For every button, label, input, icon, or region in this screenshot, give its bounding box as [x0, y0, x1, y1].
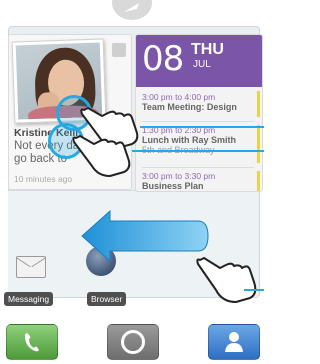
event-time: 3:00 pm to 4:00 pm [142, 92, 216, 102]
hand-pointer-icon [72, 135, 131, 177]
event-time: 3:00 pm to 3:30 pm [142, 171, 216, 181]
calendar-header: 08 THU JUL [136, 35, 262, 87]
callout-line [140, 126, 264, 128]
calendar-event[interactable]: 3:00 pm to 4:00 pm Team Meeting: Design [142, 92, 252, 112]
calendar-widget[interactable]: 08 THU JUL 3:00 pm to 4:00 pm Team Meeti… [135, 34, 263, 192]
home-ring-icon [121, 330, 145, 354]
event-bar [257, 125, 260, 163]
event-title: Team Meeting: Design [142, 102, 237, 112]
callout-line [132, 150, 264, 152]
contacts-button[interactable] [208, 324, 260, 360]
signal-icon [124, 3, 139, 12]
divider [142, 167, 254, 168]
status-bubble [112, 0, 152, 20]
contact-icon [112, 43, 126, 57]
event-bar [257, 91, 260, 117]
calendar-month: JUL [193, 59, 211, 70]
phone-icon [25, 333, 39, 352]
hand-swipe-icon [196, 257, 257, 303]
status-time: 10 minutes ago [14, 174, 73, 184]
person-icon [225, 332, 243, 352]
callout-line [244, 289, 264, 291]
app-label-messaging[interactable]: Messaging [4, 292, 54, 306]
event-title: Business Plan [142, 181, 204, 191]
envelope-icon[interactable] [16, 256, 46, 278]
phone-button[interactable] [6, 324, 58, 360]
calendar-weekday: THU [191, 41, 224, 58]
divider [142, 121, 254, 122]
event-title: Lunch with Ray Smith [142, 135, 237, 145]
event-bar [257, 171, 260, 191]
home-button[interactable] [107, 324, 159, 360]
calendar-event[interactable]: 3:00 pm to 3:30 pm Business Plan [142, 171, 252, 191]
app-label-browser[interactable]: Browser [87, 292, 127, 306]
calendar-day: 08 [142, 39, 184, 79]
